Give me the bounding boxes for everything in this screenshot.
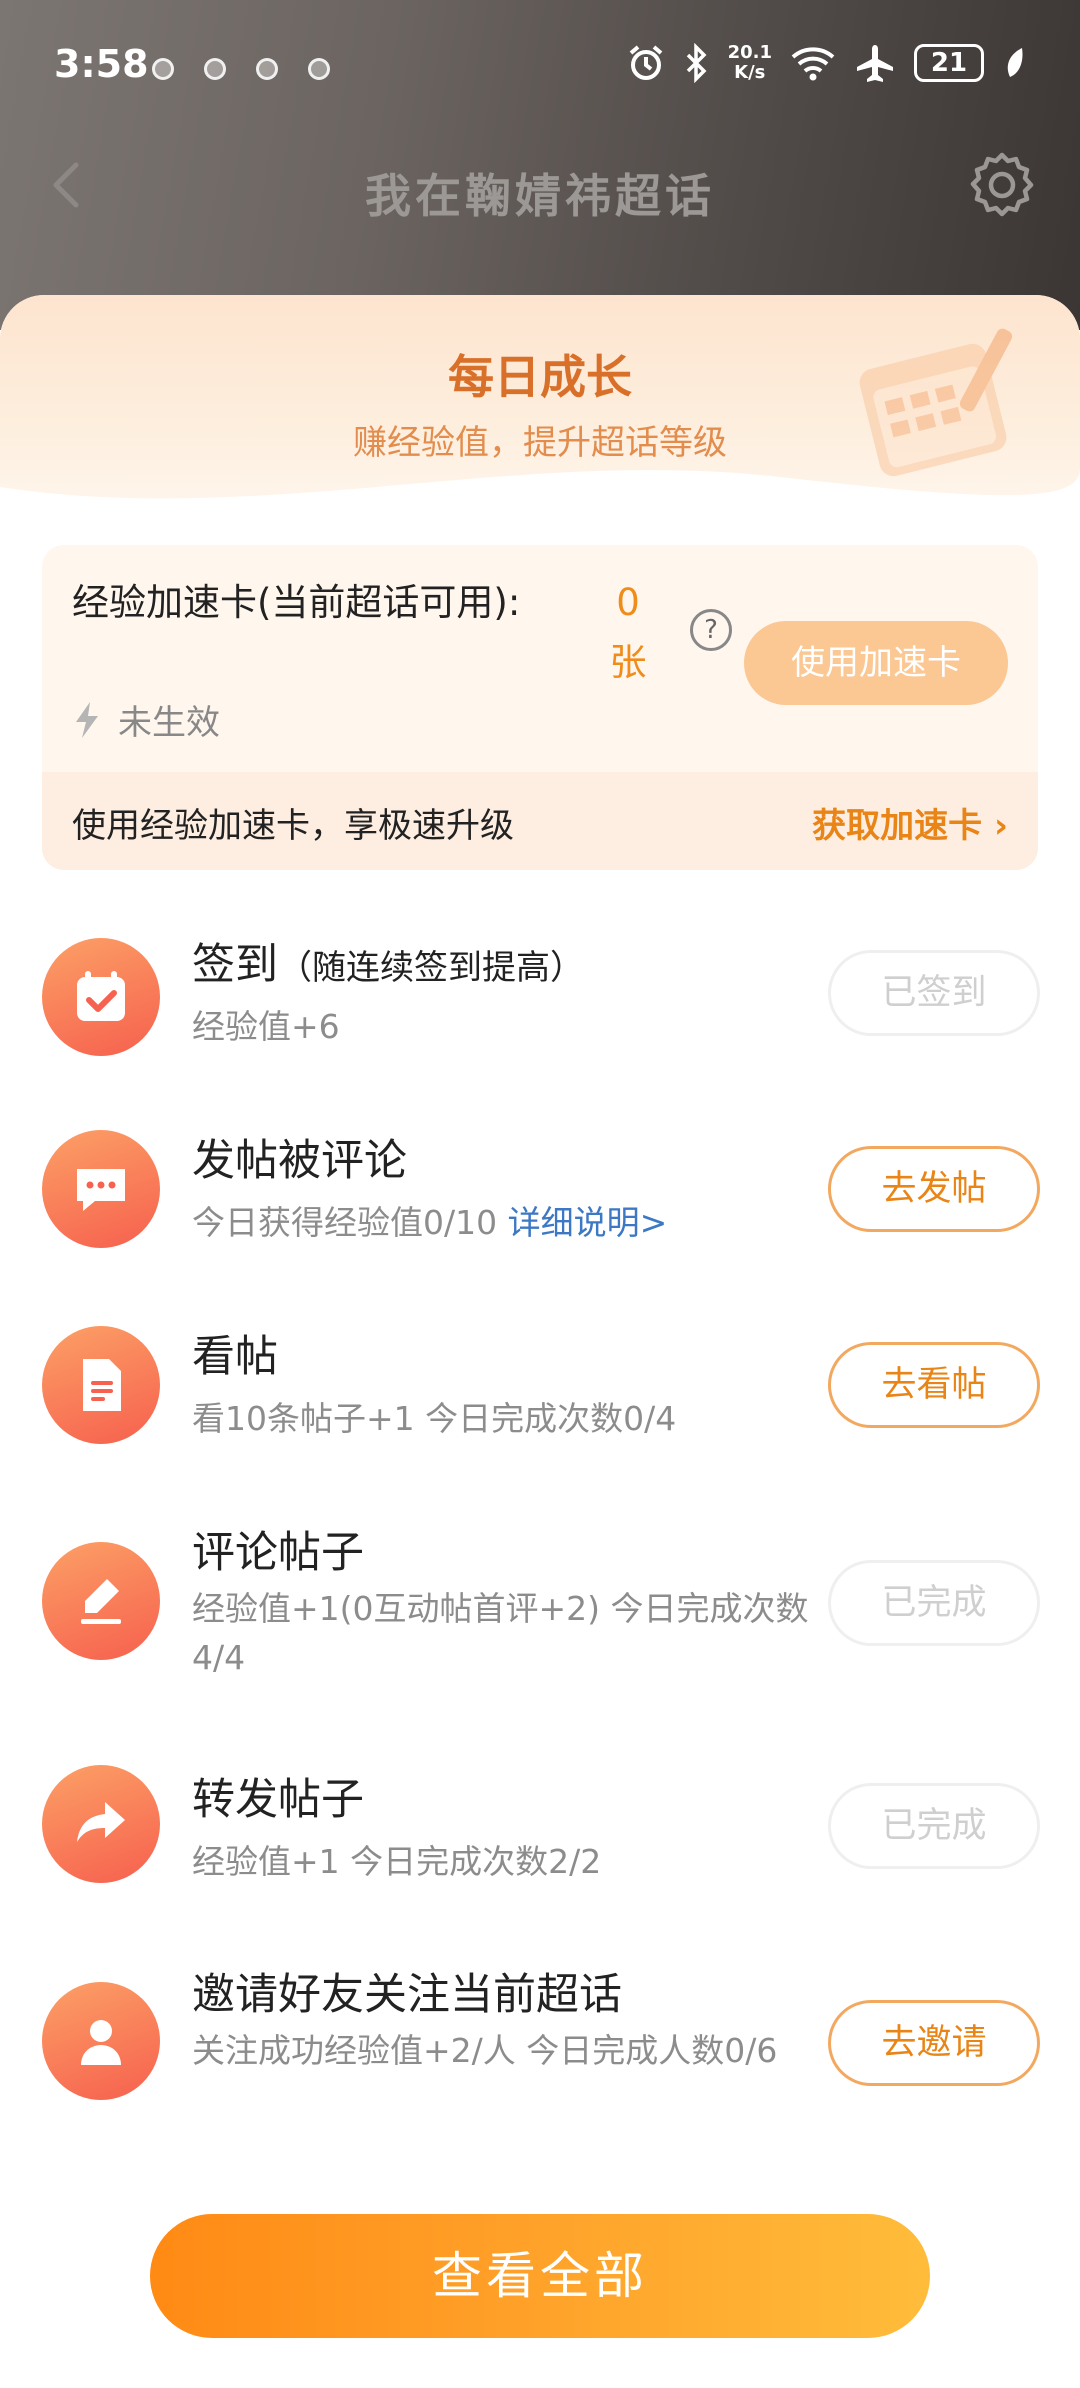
get-accelerate-card-link[interactable]: 获取加速卡 › [812, 798, 1008, 847]
banner-title: 每日成长 [448, 350, 632, 404]
network-speed: 20.1 K/s [727, 42, 772, 83]
task-desc: 看10条帖子+1 今日完成次数0/4 [192, 1399, 677, 1438]
task-name: 看帖 [192, 1332, 278, 1382]
task-row-view-posts: 看帖 看10条帖子+1 今日完成次数0/4 去看帖 [0, 1322, 1080, 1492]
exp-accelerate-card: 经验加速卡(当前超话可用): 0张 ? 使用加速卡 未生效 使用经验加速卡，享极… [42, 545, 1038, 870]
bluetooth-icon [686, 43, 707, 83]
completed-button[interactable]: 已完成 [828, 1783, 1040, 1869]
task-name: 签到（随连续签到提高） [192, 940, 584, 990]
notification-icon [152, 58, 174, 80]
accelerate-card-count: 0张 [609, 581, 647, 684]
go-view-button[interactable]: 去看帖 [828, 1342, 1040, 1428]
use-accelerate-card-button[interactable]: 使用加速卡 [744, 621, 1008, 705]
accelerate-promo-bar: 使用经验加速卡，享极速升级 获取加速卡 › [42, 772, 1038, 870]
view-all-button[interactable]: 查看全部 [150, 2214, 930, 2338]
calendar-check-icon [42, 938, 160, 1056]
accelerate-card-label: 经验加速卡(当前超话可用): [72, 581, 521, 624]
task-desc: 关注成功经验值+2/人 今日完成人数0/6 [192, 2031, 778, 2070]
task-row-invite: 邀请好友关注当前超话 关注成功经验值+2/人 今日完成人数0/6 去邀请 [0, 1960, 1080, 2130]
daily-growth-banner: 每日成长 赚经验值，提升超话等级 [0, 295, 1080, 527]
go-invite-button[interactable]: 去邀请 [828, 2000, 1040, 2086]
banner-subtitle: 赚经验值，提升超话等级 [353, 423, 727, 463]
airplane-icon [857, 45, 893, 82]
leaf-icon [1007, 48, 1023, 77]
alarm-icon [629, 45, 662, 80]
task-name: 邀请好友关注当前超话 [192, 1970, 622, 2020]
task-name: 评论帖子 [192, 1528, 364, 1578]
status-time: 3:58 [54, 42, 149, 86]
person-icon [42, 1982, 160, 2100]
task-row-repost: 转发帖子 经验值+1 今日完成次数2/2 已完成 [0, 1765, 1080, 1935]
accelerate-promo-text: 使用经验加速卡，享极速升级 [72, 806, 514, 846]
task-row-post-commented: 发帖被评论 今日获得经验值0/10 详细说明> 去发帖 [0, 1126, 1080, 1296]
notification-icon [256, 58, 278, 80]
gear-icon[interactable] [964, 147, 1040, 223]
signed-in-button[interactable]: 已签到 [828, 950, 1040, 1036]
battery-indicator: 21 [914, 44, 984, 82]
chat-bubble-icon [42, 1130, 160, 1248]
share-arrow-icon [42, 1765, 160, 1883]
task-name: 发帖被评论 [192, 1136, 407, 1186]
help-icon[interactable]: ? [690, 609, 732, 651]
task-row-comment-posts: 评论帖子 经验值+1(0互动帖首评+2) 今日完成次数4/4 已完成 [0, 1518, 1080, 1688]
chevron-right-icon: › [993, 806, 1008, 846]
detail-link[interactable]: 详细说明> [508, 1203, 668, 1242]
notification-icon [204, 58, 226, 80]
document-icon [42, 1326, 160, 1444]
wifi-icon [791, 47, 835, 81]
nav-bar: 我在鞠婧祎超话 [0, 135, 1080, 240]
accelerate-status: 未生效 [72, 695, 220, 744]
task-row-sign-in: 签到（随连续签到提高） 经验值+6 已签到 [0, 930, 1080, 1100]
task-desc: 今日获得经验值0/10 详细说明> [192, 1203, 668, 1242]
pencil-icon [42, 1542, 160, 1660]
task-desc: 经验值+1 今日完成次数2/2 [192, 1842, 602, 1881]
task-name: 转发帖子 [192, 1775, 364, 1825]
notification-icon [308, 58, 330, 80]
page-title: 我在鞠婧祎超话 [365, 169, 715, 223]
task-desc: 经验值+6 [192, 1007, 340, 1046]
status-bar: 3:58 20.1 K/s 21 [0, 0, 1080, 135]
lightning-icon [76, 701, 98, 738]
task-desc: 经验值+1(0互动帖首评+2) 今日完成次数4/4 [192, 1589, 809, 1677]
completed-button[interactable]: 已完成 [828, 1560, 1040, 1646]
accelerate-status-text: 未生效 [118, 703, 220, 743]
go-post-button[interactable]: 去发帖 [828, 1146, 1040, 1232]
